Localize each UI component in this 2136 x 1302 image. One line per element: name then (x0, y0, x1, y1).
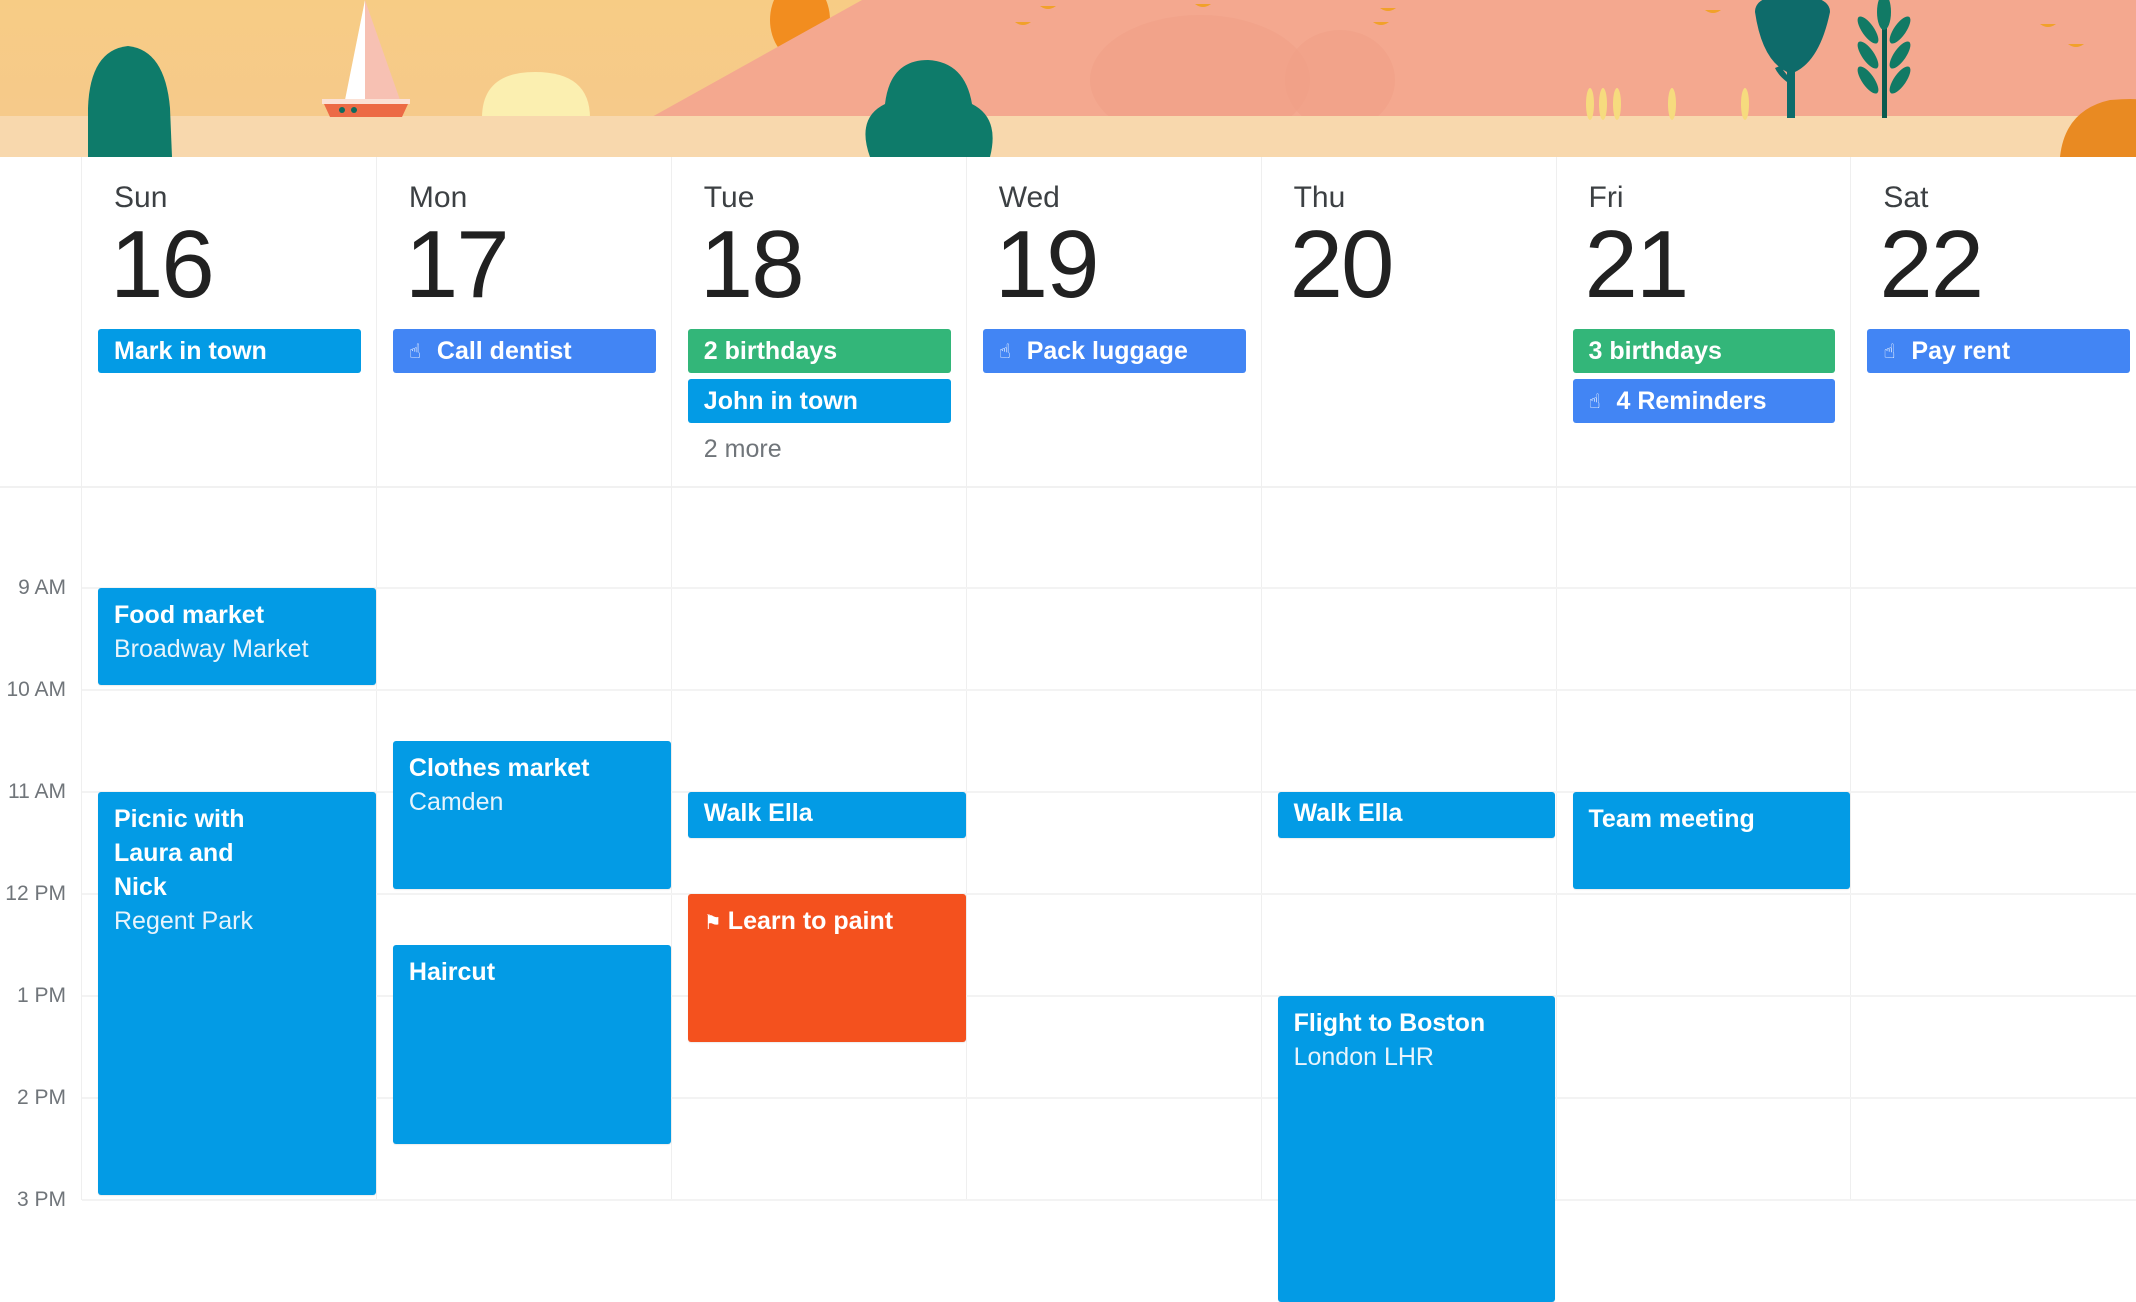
sand (0, 116, 2136, 157)
hour-label: 12 PM (5, 882, 66, 905)
hour-gridline (82, 1097, 2136, 1099)
calendar-event[interactable]: Walk Ella (687, 792, 966, 838)
event-title-text: Flight to Boston (1293, 1009, 1486, 1037)
hour-label: 10 AM (6, 678, 66, 701)
header-banner-illustration (0, 0, 2136, 157)
day-number[interactable]: 19 (995, 217, 1100, 313)
event-title-text: Food market (114, 601, 265, 629)
event-title-text: Picnic with Laura and Nick (114, 805, 245, 901)
all-day-event-chip[interactable]: Mark in town (98, 329, 361, 373)
flag-icon: ⚑ (703, 912, 722, 934)
day-number[interactable]: 20 (1290, 217, 1395, 313)
chip-label: Call dentist (436, 337, 572, 365)
calendar-event[interactable]: Flight to Boston London LHR (1277, 996, 1556, 1302)
hour-label: 11 AM (8, 780, 66, 803)
hour-gridline (82, 1199, 2136, 1201)
day-column-header-mon: Mon 17 ☝ Call dentist (377, 157, 656, 486)
calendar-event[interactable]: Haircut (392, 945, 671, 1144)
event-title-text: Learn to paint (727, 907, 894, 935)
hour-gridline (82, 995, 2136, 997)
all-day-reminder-chip[interactable]: ☝ Call dentist (392, 329, 656, 373)
event-title-text: Haircut (408, 958, 496, 986)
calendar-event[interactable]: Walk Ella (1277, 792, 1556, 838)
day-number[interactable]: 17 (405, 217, 510, 313)
all-day-reminder-chip[interactable]: ☝ 4 Reminders (1572, 379, 1836, 423)
hour-label: 1 PM (16, 984, 66, 1007)
day-name: Mon (408, 181, 468, 214)
chip-label: 2 birthdays (703, 337, 838, 365)
day-number[interactable]: 16 (110, 217, 215, 313)
event-location: Regent Park (114, 907, 253, 935)
chip-label: Mark in town (114, 337, 267, 365)
event-title: Walk Ella (704, 796, 950, 830)
event-location: Camden (408, 788, 504, 816)
day-name: Sat (1883, 181, 1929, 214)
day-name: Tue (703, 181, 755, 214)
hour-gridline (82, 689, 2136, 691)
event-title: Walk Ella (1294, 796, 1540, 830)
all-day-birthday-chip[interactable]: 3 birthdays (1572, 329, 1836, 373)
day-number[interactable]: 21 (1585, 217, 1690, 313)
event-title-text: Clothes market (408, 754, 590, 782)
chip-label: 3 birthdays (1588, 337, 1722, 365)
day-number[interactable]: 18 (700, 217, 805, 313)
event-title: Team meeting (1589, 802, 1835, 836)
event-location: Broadway Market (114, 635, 309, 663)
event-title: Haircut (409, 955, 655, 989)
event-title: Clothes market (409, 751, 655, 785)
hour-gridline (82, 893, 2136, 895)
day-column-header-sat: Sat 22 ☝ Pay rent (1851, 157, 2131, 486)
chip-label: John in town (703, 387, 858, 415)
event-title: Flight to Boston (1294, 1006, 1540, 1040)
chip-label: 4 Reminders (1616, 387, 1767, 415)
calendar-event[interactable]: Team meeting (1572, 792, 1851, 889)
hour-label: 9 AM (18, 576, 66, 599)
day-name: Fri (1588, 181, 1624, 214)
hour-gridline (82, 587, 2136, 589)
hill (650, 0, 2136, 118)
day-column-header-sun: Sun 16 Mark in town (82, 157, 361, 486)
reminder-hand-icon: ☝ (1588, 391, 1601, 413)
calendar-event[interactable]: Food market Broadway Market (98, 588, 376, 685)
chip-label: Pack luggage (1026, 337, 1188, 365)
event-title-text: Team meeting (1588, 805, 1755, 833)
event-title-text: Walk Ella (1293, 799, 1403, 827)
event-title-text: Walk Ella (703, 799, 813, 827)
reminder-hand-icon: ☝ (1883, 341, 1896, 363)
more-events-link[interactable]: 2 more (704, 435, 782, 464)
all-day-reminder-chip[interactable]: ☝ Pay rent (1867, 329, 2131, 373)
reminder-hand-icon: ☝ (408, 341, 422, 363)
day-name: Wed (998, 181, 1060, 214)
hour-label: 2 PM (16, 1086, 66, 1109)
day-name: Sun (114, 181, 168, 214)
all-day-birthday-chip[interactable]: 2 birthdays (687, 329, 951, 373)
hour-label: 3 PM (16, 1188, 66, 1211)
event-title: Food market (114, 598, 360, 632)
day-number[interactable]: 22 (1879, 217, 1984, 313)
event-location: London LHR (1293, 1043, 1434, 1071)
day-column-header-wed: Wed 19 ☝ Pack luggage (967, 157, 1246, 486)
boat-hull (324, 104, 408, 117)
day-column-header-tue: Tue 18 2 birthdays John in town 2 more (672, 157, 951, 486)
all-day-event-chip[interactable]: John in town (687, 379, 951, 423)
day-name: Thu (1293, 181, 1346, 214)
calendar-event[interactable]: ⚑ Learn to paint (687, 894, 966, 1042)
calendar-event[interactable]: Picnic with Laura and Nick Regent Park (98, 792, 376, 1195)
calendar-event[interactable]: Clothes market Camden (392, 741, 671, 889)
reminder-hand-icon: ☝ (998, 341, 1011, 363)
event-title: Picnic with Laura and Nick (114, 802, 360, 904)
chip-label: Pay rent (1911, 337, 2011, 365)
event-title: ⚑ Learn to paint (704, 904, 950, 940)
day-column-header-thu: Thu 20 (1262, 157, 1541, 486)
all-day-reminder-chip[interactable]: ☝ Pack luggage (982, 329, 1246, 373)
day-column-header-fri: Fri 21 3 birthdays ☝ 4 Reminders (1557, 157, 1836, 486)
